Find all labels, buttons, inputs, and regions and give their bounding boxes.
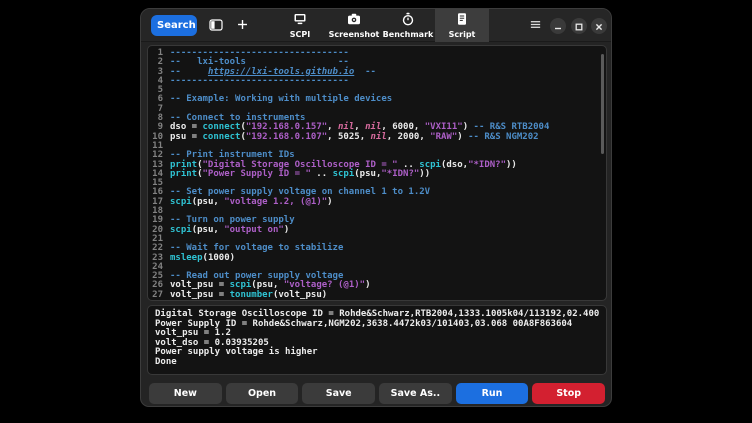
maximize-button[interactable]	[571, 18, 587, 34]
tab-label: Screenshot	[329, 31, 380, 39]
save-as-button[interactable]: Save As..	[379, 383, 452, 404]
code-line: 20scpi(psu, "output on")	[148, 226, 606, 235]
code-token: scpi	[333, 169, 355, 179]
camera-icon	[347, 12, 361, 29]
titlebar: Search SCPI ScreenshotBenchmark Script	[141, 9, 611, 42]
tab-label: Benchmark	[383, 31, 434, 39]
script-icon	[455, 12, 469, 29]
code-token: print	[170, 169, 197, 179]
console-line: Done	[155, 358, 599, 368]
code-line: 17scpi(psu, "voltage 1.2, (@1)")	[148, 198, 606, 207]
code-token: connect	[203, 132, 241, 142]
stopwatch-icon	[401, 12, 415, 29]
display-icon	[293, 12, 307, 29]
new-button[interactable]: New	[149, 383, 222, 404]
code-token: nil	[371, 132, 387, 142]
tab-label: SCPI	[290, 31, 310, 39]
tab-scpi[interactable]: SCPI	[273, 9, 327, 42]
code-area: 1---------------------------------2-- lx…	[148, 46, 606, 300]
tab-benchmark[interactable]: Benchmark	[381, 9, 435, 42]
search-button[interactable]: Search	[151, 15, 197, 36]
code-token: -- Example: Working with multiple device…	[170, 94, 392, 104]
minimize-icon	[554, 19, 562, 34]
code-token: "*IDN?"	[468, 160, 506, 170]
new-tab-button[interactable]	[233, 17, 251, 35]
code-token: (dso,	[441, 160, 468, 170]
run-button[interactable]: Run	[456, 383, 529, 404]
code-token: ,	[327, 132, 338, 142]
action-button-row: NewOpenSaveSave As..RunStop	[149, 383, 605, 404]
code-token: scpi	[170, 197, 192, 207]
code-line: 14print("Power Supply ID = " .. scpi(psu…	[148, 170, 606, 179]
save-button[interactable]: Save	[302, 383, 375, 404]
code-line: 27 volt_psu = tonumber(volt_psu)	[148, 291, 606, 300]
stop-button[interactable]: Stop	[532, 383, 605, 404]
output-console: Digital Storage Oscilloscope ID = Rohde&…	[147, 305, 607, 375]
code-token: 1000	[208, 253, 230, 263]
maximize-icon	[575, 19, 583, 34]
code-token: ,	[387, 132, 398, 142]
script-editor[interactable]: 1---------------------------------2-- lx…	[147, 45, 607, 301]
code-token: "RAW"	[430, 132, 457, 142]
code-token: ))	[506, 160, 517, 170]
menu-button[interactable]	[526, 17, 544, 35]
code-token: msleep	[170, 253, 203, 263]
hamburger-menu-icon	[529, 18, 542, 34]
code-line: 23msleep(1000)	[148, 254, 606, 263]
code-token: (psu,	[354, 169, 381, 179]
code-line: 4---------------------------------	[148, 77, 606, 86]
code-token: "*IDN?"	[381, 169, 419, 179]
code-token: ---------------------------------	[170, 76, 349, 86]
editor-scrollbar[interactable]	[601, 54, 604, 154]
code-token: -- R&S NGM202	[468, 132, 538, 142]
code-token: )	[327, 197, 332, 207]
code-token: ,	[419, 132, 430, 142]
code-line: 6-- Example: Working with multiple devic…	[148, 95, 606, 104]
code-token: ..	[311, 169, 333, 179]
code-token: "output on"	[224, 225, 284, 235]
code-token: "Power Supply ID = "	[203, 169, 311, 179]
code-token: ,	[360, 132, 371, 142]
code-token: "192.168.0.107"	[246, 132, 327, 142]
code-token: (psu,	[192, 197, 225, 207]
code-token: 2000	[398, 132, 420, 142]
code-token: )	[284, 225, 289, 235]
code-token: scpi	[170, 225, 192, 235]
code-token: (volt_psu)	[273, 290, 327, 300]
lxi-tools-window: Search SCPI ScreenshotBenchmark Script	[140, 8, 612, 407]
code-token: volt_psu =	[170, 290, 230, 300]
plus-icon	[236, 18, 249, 34]
console-line: Power supply voltage is higher	[155, 348, 599, 358]
code-token: tonumber	[230, 290, 273, 300]
code-token: ))	[419, 169, 430, 179]
open-button[interactable]: Open	[226, 383, 299, 404]
code-token: 5025	[338, 132, 360, 142]
tab-bar: SCPI ScreenshotBenchmark Script	[273, 9, 489, 42]
sidebar-toggle-button[interactable]	[207, 17, 225, 35]
line-number: 27	[148, 291, 163, 300]
code-token: "voltage 1.2, (@1)"	[224, 197, 327, 207]
code-token: )	[457, 132, 468, 142]
code-token: )	[365, 280, 370, 290]
sidebar-panel-icon	[209, 18, 223, 35]
close-button[interactable]	[591, 18, 607, 34]
code-token: --	[354, 67, 376, 77]
minimize-button[interactable]	[550, 18, 566, 34]
code-token: (psu,	[192, 225, 225, 235]
tab-label: Script	[449, 31, 476, 39]
code-line: 10psu = connect("192.168.0.107", 5025, n…	[148, 133, 606, 142]
code-token: )	[230, 253, 235, 263]
tab-script[interactable]: Script	[435, 9, 489, 42]
tab-screenshot[interactable]: Screenshot	[327, 9, 381, 42]
code-token: psu =	[170, 132, 203, 142]
close-icon	[595, 19, 603, 34]
